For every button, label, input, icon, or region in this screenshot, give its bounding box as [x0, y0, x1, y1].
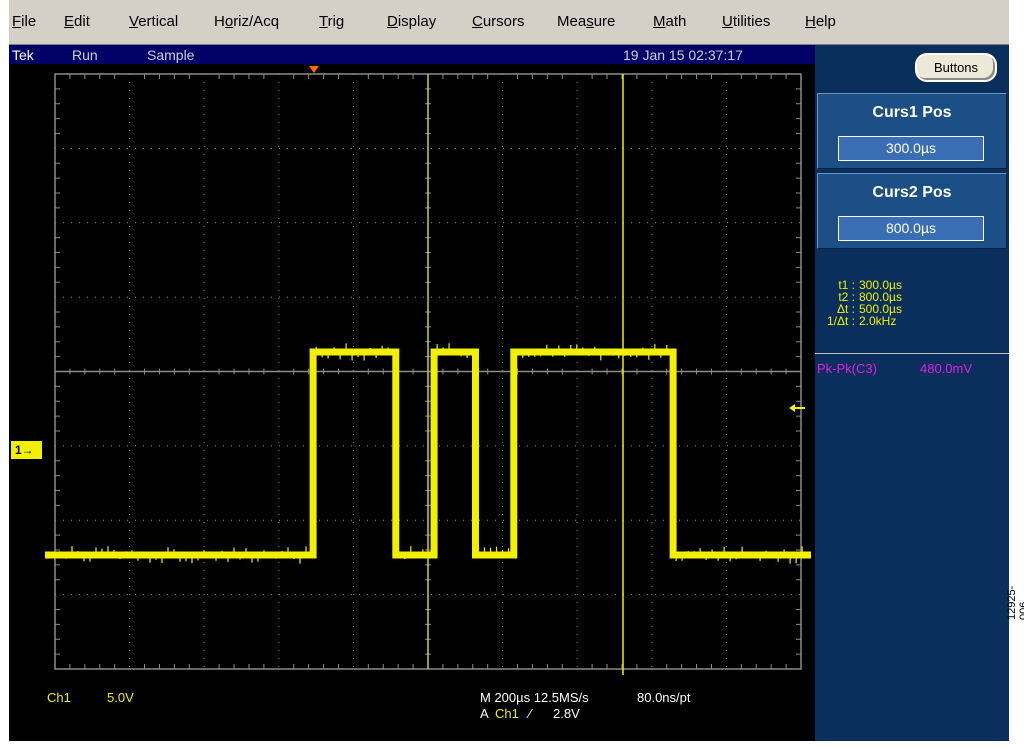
- sample-interval: 80.0ns/pt: [637, 690, 691, 705]
- trigger-level: 2.8V: [553, 706, 580, 721]
- curs2-pos-label: Curs2 Pos: [872, 184, 952, 201]
- measurement-label: Pk-Pk(C3): [817, 361, 877, 376]
- buttons-button[interactable]: Buttons: [915, 53, 997, 82]
- channel-scale: 5.0V: [107, 690, 134, 705]
- inverse-delta-t-label: 1/Δt :: [826, 314, 855, 328]
- side-menu-panel: Buttons Curs1 Pos 300.0µs Curs2 Pos 800.…: [815, 45, 1009, 741]
- menu-trig[interactable]: Trig: [319, 13, 344, 30]
- menu-display[interactable]: Display: [387, 13, 436, 30]
- trace-noise: [47, 343, 803, 564]
- menu-utilities[interactable]: Utilities: [722, 13, 770, 30]
- menu-math[interactable]: Math: [653, 13, 686, 30]
- menu-measure[interactable]: Measure: [557, 13, 615, 30]
- figure-id: 12925-006: [1006, 585, 1024, 620]
- trigger-position-marker[interactable]: [309, 66, 319, 73]
- inverse-delta-t-value: 2.0kHz: [859, 314, 897, 328]
- channel1-marker[interactable]: 1→: [11, 441, 42, 459]
- waveform-display[interactable]: [45, 64, 811, 679]
- menu-help[interactable]: Help: [805, 13, 836, 30]
- curs1-pos-label: Curs1 Pos: [872, 104, 952, 121]
- oscilloscope-window: File Edit Vertical Horiz/Acq Trig Displa…: [9, 0, 1009, 741]
- acquisition-mode: Sample: [147, 47, 195, 63]
- trigger-source: Ch1: [495, 706, 519, 721]
- date-time: 19 Jan 15 02:37:17: [623, 47, 743, 63]
- trigger-level-arrow[interactable]: [789, 404, 805, 412]
- trigger-prefix: A: [480, 706, 489, 721]
- curs2-pos-control[interactable]: Curs2 Pos 800.0µs: [817, 173, 1007, 249]
- menu-edit[interactable]: Edit: [64, 13, 90, 30]
- divider: [815, 353, 1009, 354]
- menu-horiz-acq[interactable]: Horiz/Acq: [214, 13, 279, 30]
- measurement-value: 480.0mV: [920, 361, 973, 376]
- menu-cursors[interactable]: Cursors: [472, 13, 525, 30]
- menu-vertical[interactable]: Vertical: [129, 13, 178, 30]
- trigger-slope-icon: ⁄: [529, 706, 532, 721]
- curs1-pos-value[interactable]: 300.0µs: [838, 136, 984, 161]
- run-state: Run: [72, 47, 98, 63]
- timebase-readout: M 200µs 12.5MS/s: [480, 690, 589, 705]
- menu-file[interactable]: File: [12, 13, 36, 30]
- menu-bar: File Edit Vertical Horiz/Acq Trig Displa…: [9, 0, 1009, 45]
- brand-label: Tek: [12, 47, 34, 63]
- channel-label: Ch1: [47, 690, 71, 705]
- curs2-pos-value[interactable]: 800.0µs: [838, 216, 984, 241]
- status-bar: Tek Run Sample 19 Jan 15 02:37:17: [9, 45, 815, 64]
- curs1-pos-control[interactable]: Curs1 Pos 300.0µs: [817, 93, 1007, 169]
